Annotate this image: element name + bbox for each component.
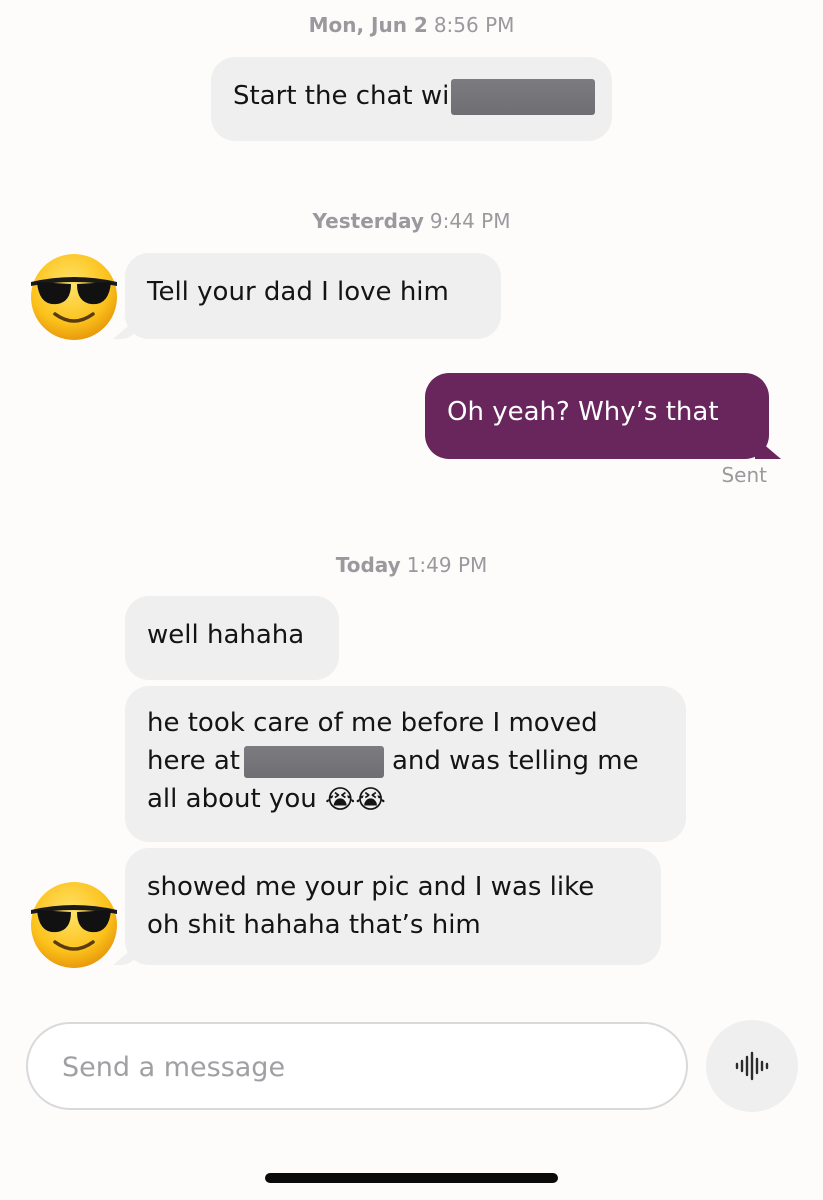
contact-avatar[interactable]	[27, 248, 121, 342]
incoming-message-bubble[interactable]: he took care of me before I moved here a…	[125, 686, 686, 842]
timestamp-day: Today	[335, 553, 401, 577]
message-text: and was telling me	[391, 746, 639, 776]
delivery-status: Sent	[721, 463, 767, 487]
voice-message-button[interactable]	[706, 1020, 798, 1112]
message-text: Start the chat wi	[233, 81, 450, 111]
message-line: all about you 😭😭	[147, 780, 664, 818]
message-line: showed me your pic and I was like	[147, 872, 595, 902]
home-indicator[interactable]	[265, 1173, 558, 1183]
message-text: here at	[147, 746, 240, 776]
timestamp-day: Yesterday	[312, 209, 424, 233]
message-text: Tell your dad I love him	[147, 277, 449, 307]
timestamp-day: Mon, Jun 2	[308, 13, 428, 37]
waveform-icon	[735, 1051, 769, 1081]
message-text: well hahaha	[147, 620, 305, 650]
crying-face-icon: 😭😭	[324, 784, 386, 815]
message-text: Oh yeah? Why’s that	[447, 397, 719, 427]
timestamp-time: 8:56 PM	[433, 13, 515, 37]
incoming-message-bubble[interactable]: well hahaha	[125, 596, 339, 680]
redacted-text	[451, 78, 596, 115]
timestamp-separator: Yesterday 9:44 PM	[0, 208, 823, 234]
message-line: here at and was telling me	[147, 742, 664, 780]
message-text: all about you	[147, 784, 317, 814]
system-message-bubble: Start the chat wi	[211, 57, 612, 141]
incoming-message-bubble[interactable]: Tell your dad I love him	[125, 253, 501, 339]
message-input[interactable]	[60, 1024, 654, 1110]
incoming-message-bubble[interactable]: showed me your pic and I was like oh shi…	[125, 848, 661, 965]
sunglasses-face-icon	[31, 882, 117, 968]
message-composer[interactable]	[26, 1022, 688, 1110]
message-line: oh shit hahaha that’s him	[147, 910, 481, 940]
sunglasses-face-icon	[31, 254, 117, 340]
timestamp-time: 1:49 PM	[406, 553, 488, 577]
timestamp-separator: Mon, Jun 2 8:56 PM	[0, 12, 823, 38]
message-line: he took care of me before I moved	[147, 708, 598, 738]
timestamp-separator: Today 1:49 PM	[0, 552, 823, 578]
timestamp-time: 9:44 PM	[429, 209, 511, 233]
redacted-text	[243, 745, 384, 778]
outgoing-message-bubble[interactable]: Oh yeah? Why’s that	[425, 373, 769, 459]
contact-avatar[interactable]	[27, 876, 121, 970]
